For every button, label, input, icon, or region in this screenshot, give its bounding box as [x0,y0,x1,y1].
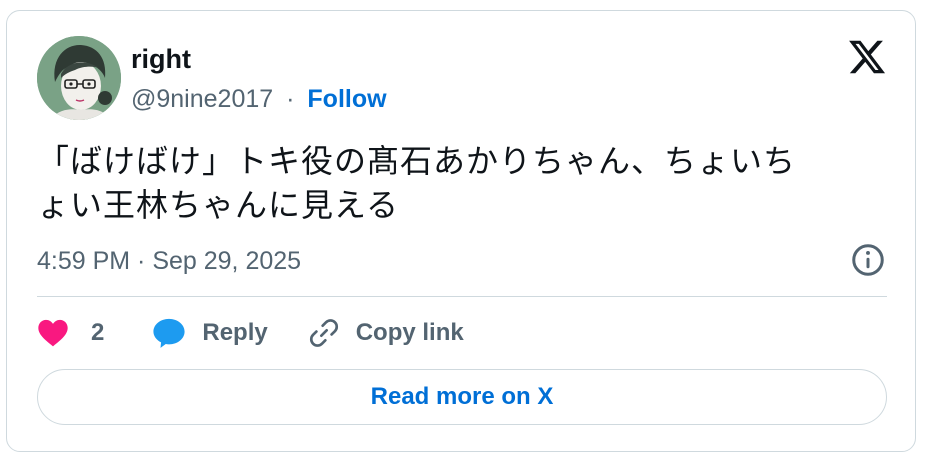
separator-dot: · [286,85,295,113]
author-handle-row: @9nine2017 · Follow [131,83,387,115]
author-handle[interactable]: @9nine2017 [131,85,273,113]
copy-link-label: Copy link [355,319,464,346]
tweet-text: 「ばけばけ」トキ役の髙石あかりちゃん、ちょいち ょい王林ちゃんに見える [37,139,887,227]
read-more-button[interactable]: Read more on X [37,369,887,425]
x-logo-icon[interactable] [847,37,887,77]
reply-button[interactable]: Reply [152,317,307,349]
follow-button[interactable]: Follow [307,85,386,113]
divider [37,296,887,297]
tweet-card: right @9nine2017 · Follow 「ばけばけ」トキ役の髙石あか… [6,10,916,452]
author-display-name[interactable]: right [131,43,191,75]
action-bar: 2 Reply Copy link [37,313,464,353]
avatar[interactable] [37,36,121,120]
like-button[interactable]: 2 [37,318,152,348]
tweet-timestamp[interactable]: 4:59 PM · Sep 29, 2025 [37,245,301,277]
heart-icon [37,318,69,348]
tweet-text-line-2: ょい王林ちゃんに見える [37,187,400,223]
tweet-text-line-1: 「ばけばけ」トキ役の髙石あかりちゃん、ちょいち [37,143,797,179]
speech-bubble-icon [152,317,186,349]
info-icon[interactable] [850,242,886,278]
reply-label: Reply [202,319,268,346]
like-count: 2 [91,319,105,346]
copy-link-button[interactable]: Copy link [308,317,464,349]
link-icon [308,317,340,349]
avatar-illustration [37,36,121,120]
